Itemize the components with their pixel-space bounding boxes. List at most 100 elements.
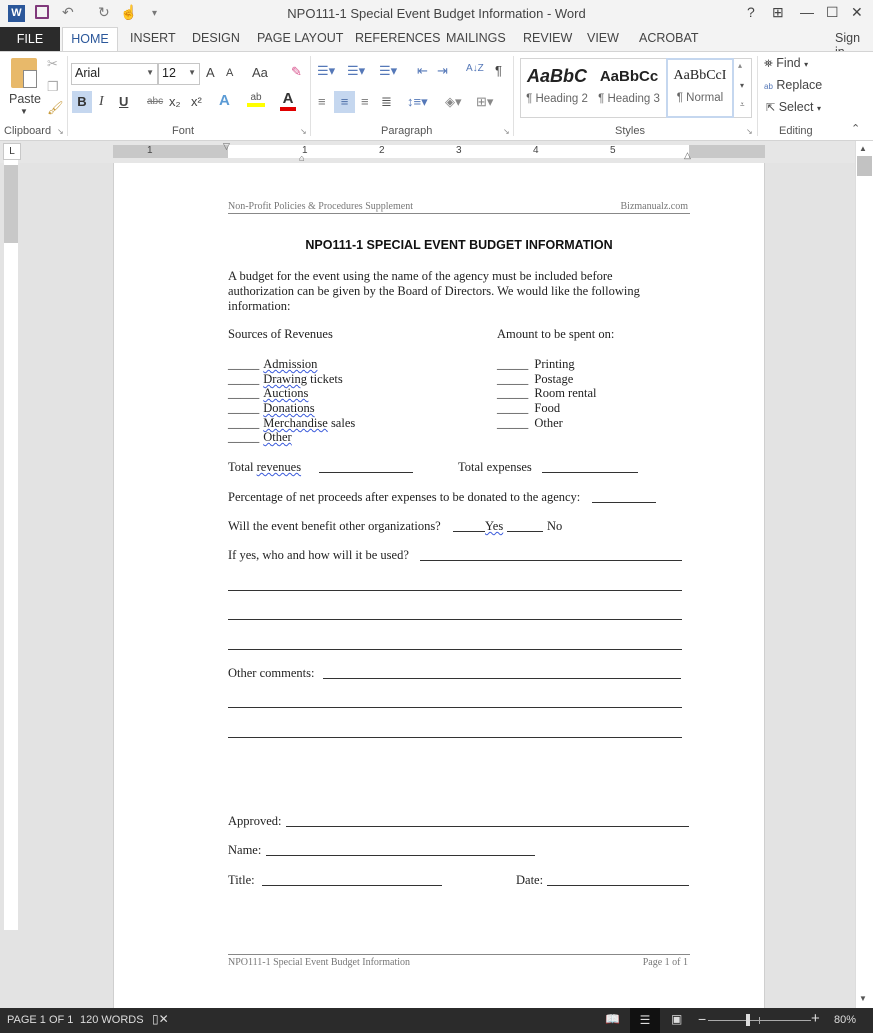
comments-field[interactable] bbox=[323, 678, 681, 679]
maximize-button[interactable]: ☐ bbox=[826, 4, 839, 21]
cut-icon[interactable]: ✂ bbox=[47, 56, 58, 72]
horizontal-ruler[interactable]: L 1 1 2 3 4 5 ▽ ⌂ △ bbox=[0, 141, 873, 163]
if-yes-line[interactable] bbox=[228, 590, 682, 591]
tab-view[interactable]: VIEW bbox=[587, 31, 619, 45]
font-color-button[interactable]: A bbox=[280, 91, 296, 111]
collapse-ribbon-icon[interactable]: ⌃ bbox=[851, 122, 860, 135]
read-mode-icon[interactable]: 📖 bbox=[605, 1012, 620, 1026]
vertical-ruler[interactable] bbox=[4, 160, 18, 930]
clipboard-launcher-icon[interactable]: ↘ bbox=[57, 127, 64, 136]
subscript-button[interactable]: x₂ bbox=[169, 94, 181, 109]
strikethrough-button[interactable]: abc bbox=[147, 96, 163, 107]
page-count[interactable]: PAGE 1 OF 1 bbox=[7, 1014, 73, 1026]
line-spacing-button[interactable]: ↕≡▾ bbox=[407, 94, 428, 110]
tab-references[interactable]: REFERENCES bbox=[355, 31, 440, 45]
italic-button[interactable]: I bbox=[99, 94, 104, 110]
borders-button[interactable]: ⊞▾ bbox=[476, 94, 493, 110]
superscript-button[interactable]: x² bbox=[191, 94, 202, 109]
zoom-level[interactable]: 80% bbox=[834, 1014, 856, 1026]
styles-more-icon[interactable]: ⩡ bbox=[740, 100, 745, 110]
replace-button[interactable]: ab Replace bbox=[764, 78, 822, 92]
minimize-button[interactable]: — bbox=[800, 4, 814, 20]
total-revenues-field[interactable] bbox=[319, 472, 413, 473]
comments-line[interactable] bbox=[228, 737, 682, 738]
underline-button[interactable]: U bbox=[119, 94, 128, 109]
styles-launcher-icon[interactable]: ↘ bbox=[746, 127, 753, 136]
zoom-in-button[interactable]: + bbox=[811, 1010, 820, 1027]
approved-field[interactable] bbox=[286, 826, 689, 827]
styles-scroll-up-icon[interactable]: ▴ bbox=[738, 61, 742, 70]
tab-home[interactable]: HOME bbox=[62, 27, 118, 52]
multilevel-list-button[interactable]: ☰▾ bbox=[379, 63, 397, 79]
copy-icon[interactable]: ❐ bbox=[47, 79, 59, 95]
grow-font-button[interactable]: A bbox=[206, 65, 215, 80]
yes-field[interactable] bbox=[453, 531, 485, 532]
find-button[interactable]: ⛯ Find ▾ bbox=[764, 56, 808, 71]
if-yes-line[interactable] bbox=[228, 649, 682, 650]
style-normal[interactable]: AaBbCcI ¶ Normal bbox=[666, 58, 734, 118]
sort-button[interactable]: A↓Z bbox=[466, 63, 484, 74]
ribbon-display-options-button[interactable]: ⊞ bbox=[772, 4, 784, 21]
no-field[interactable] bbox=[507, 531, 543, 532]
bullets-button[interactable]: ☰▾ bbox=[317, 63, 335, 79]
highlight-color-button[interactable]: ab bbox=[247, 92, 265, 107]
zoom-slider-thumb[interactable] bbox=[746, 1014, 750, 1026]
scroll-up-arrow-icon[interactable]: ▲ bbox=[859, 144, 867, 153]
first-line-indent-marker[interactable]: ▽ bbox=[223, 141, 230, 152]
justify-button[interactable]: ≣ bbox=[381, 94, 392, 110]
style-heading-3[interactable]: AaBbCc ¶ Heading 3 bbox=[594, 58, 664, 118]
change-case-button[interactable]: Aa bbox=[252, 65, 268, 80]
proofing-icon[interactable]: ▯✕ bbox=[152, 1012, 169, 1026]
web-layout-icon[interactable]: ▣ bbox=[671, 1012, 682, 1026]
increase-indent-button[interactable]: ⇥ bbox=[437, 63, 448, 79]
tab-acrobat[interactable]: ACROBAT bbox=[639, 31, 699, 45]
clear-formatting-icon[interactable]: ✎ bbox=[291, 64, 302, 80]
tab-mailings[interactable]: MAILINGS bbox=[446, 31, 506, 45]
paragraph-launcher-icon[interactable]: ↘ bbox=[503, 127, 510, 136]
decrease-indent-button[interactable]: ⇤ bbox=[417, 63, 428, 79]
right-indent-marker[interactable]: △ bbox=[684, 150, 691, 161]
total-expenses-field[interactable] bbox=[542, 472, 638, 473]
bold-button[interactable]: B bbox=[72, 91, 92, 113]
percentage-field[interactable] bbox=[592, 502, 656, 503]
font-launcher-icon[interactable]: ↘ bbox=[300, 127, 307, 136]
numbering-button[interactable]: ☰▾ bbox=[347, 63, 365, 79]
help-button[interactable]: ? bbox=[747, 4, 755, 20]
shading-button[interactable]: ◈▾ bbox=[445, 94, 462, 110]
if-yes-field[interactable] bbox=[420, 560, 682, 561]
title-field[interactable] bbox=[262, 885, 442, 886]
shrink-font-button[interactable]: A bbox=[226, 67, 233, 79]
tab-file[interactable]: FILE bbox=[0, 27, 60, 51]
format-painter-icon[interactable]: 🖌 bbox=[47, 100, 64, 116]
close-button[interactable]: ✕ bbox=[851, 4, 863, 21]
tab-page-layout[interactable]: PAGE LAYOUT bbox=[257, 31, 343, 45]
align-right-button[interactable]: ≡ bbox=[361, 94, 369, 109]
select-button[interactable]: ⇱ Select ▾ bbox=[766, 100, 821, 114]
font-size-select[interactable]: 12 ▼ bbox=[158, 63, 200, 85]
hanging-indent-marker[interactable]: ⌂ bbox=[299, 153, 304, 163]
name-field[interactable] bbox=[266, 855, 535, 856]
print-layout-icon[interactable]: ☰ bbox=[630, 1008, 660, 1033]
align-left-button[interactable]: ≡ bbox=[318, 94, 326, 109]
tab-design[interactable]: DESIGN bbox=[192, 31, 240, 45]
tab-selector-icon[interactable]: L bbox=[3, 143, 21, 160]
vertical-scrollbar[interactable]: ▲ ▼ bbox=[855, 141, 873, 1008]
word-count[interactable]: 120 WORDS bbox=[80, 1014, 144, 1026]
tab-review[interactable]: REVIEW bbox=[523, 31, 572, 45]
styles-scroll-down-icon[interactable]: ▾ bbox=[740, 81, 744, 90]
scroll-thumb[interactable] bbox=[857, 156, 872, 176]
show-formatting-button[interactable]: ¶ bbox=[495, 63, 502, 78]
document-page[interactable]: Non-Profit Policies & Procedures Supplem… bbox=[113, 163, 765, 1008]
tab-insert[interactable]: INSERT bbox=[130, 31, 176, 45]
paste-dropdown-icon[interactable]: ▼ bbox=[20, 107, 28, 116]
style-heading-2[interactable]: AaBbC ¶ Heading 2 bbox=[522, 58, 592, 118]
date-field[interactable] bbox=[547, 885, 689, 886]
text-effects-button[interactable]: A bbox=[219, 92, 230, 109]
zoom-out-button[interactable]: − bbox=[698, 1011, 706, 1027]
font-name-select[interactable]: Arial ▼ bbox=[71, 63, 158, 85]
paste-button[interactable]: Paste bbox=[9, 92, 41, 106]
scroll-down-arrow-icon[interactable]: ▼ bbox=[859, 994, 867, 1003]
comments-line[interactable] bbox=[228, 707, 682, 708]
align-center-button[interactable]: ≡ bbox=[334, 91, 355, 113]
if-yes-line[interactable] bbox=[228, 619, 682, 620]
